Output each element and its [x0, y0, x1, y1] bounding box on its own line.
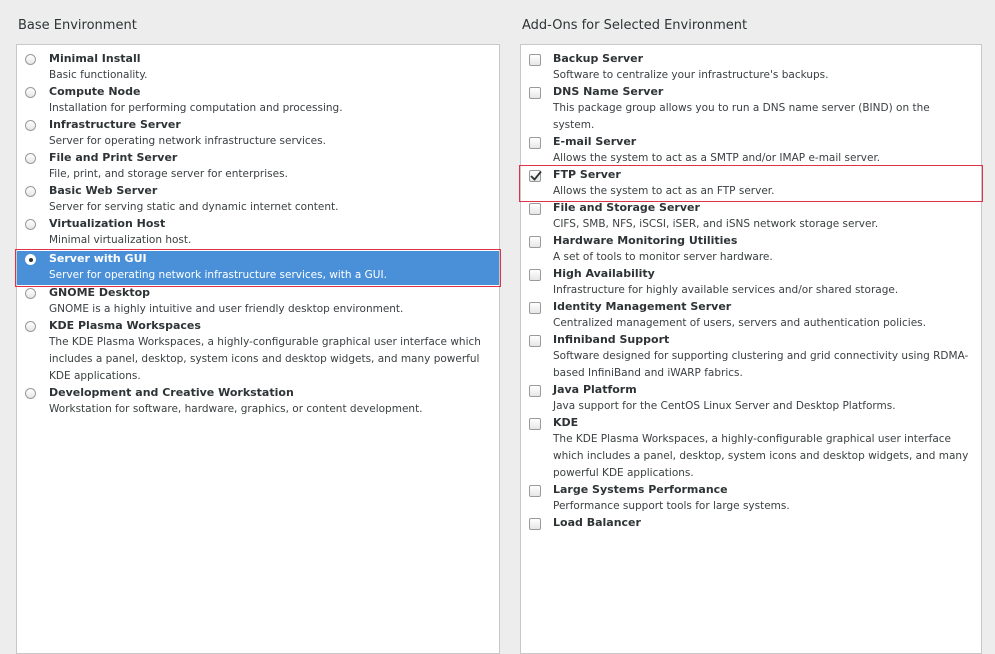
option-title: Load Balancer [553, 516, 641, 529]
checkbox[interactable] [529, 87, 541, 99]
checkbox[interactable] [529, 137, 541, 149]
addon-option-e-mail-server[interactable]: E-mail Server Allows the system to act as… [521, 134, 981, 167]
environment-option-gnome-desktop[interactable]: GNOME Desktop GNOME is a highly intuitive… [17, 285, 499, 318]
option-description: Server for operating network infrastruct… [49, 269, 387, 281]
radio-button[interactable] [25, 219, 36, 230]
option-description: Server for operating network infrastruct… [49, 135, 326, 147]
radio-button[interactable] [25, 54, 36, 65]
radio-button[interactable] [25, 120, 36, 131]
checkbox[interactable] [529, 236, 541, 248]
checkmark-icon [530, 170, 542, 181]
option-description: Infrastructure for highly available serv… [553, 284, 899, 296]
addon-option-infiniband-support[interactable]: Infiniband Support Software designed for … [521, 332, 981, 382]
option-description: The KDE Plasma Workspaces, a highly-conf… [553, 433, 969, 479]
checkbox[interactable] [529, 302, 541, 314]
radio-button[interactable] [25, 321, 36, 332]
radio-button[interactable] [25, 153, 36, 164]
addon-option-identity-management-server[interactable]: Identity Management Server Centralized ma… [521, 299, 981, 332]
option-description: Minimal virtualization host. [49, 234, 192, 246]
option-title: FTP Server [553, 168, 621, 181]
environment-option-basic-web-server[interactable]: Basic Web Server Server for serving stati… [17, 183, 499, 216]
radio-button[interactable] [25, 288, 36, 299]
option-title: Infiniband Support [553, 333, 670, 346]
option-description: Allows the system to act as an FTP serve… [553, 185, 775, 197]
option-title: KDE [553, 416, 579, 429]
addon-option-hardware-monitoring-utilities[interactable]: Hardware Monitoring Utilities A set of to… [521, 233, 981, 266]
option-title: GNOME Desktop [49, 286, 151, 299]
environment-option-server-with-gui[interactable]: Server with GUI Server for operating netw… [17, 251, 499, 285]
addon-option-file-and-storage-server[interactable]: File and Storage Server CIFS, SMB, NFS, i… [521, 200, 981, 233]
addon-option-backup-server[interactable]: Backup Server Software to centralize your… [521, 51, 981, 84]
base-environment-heading: Base Environment [18, 18, 137, 33]
option-description: This package group allows you to run a D… [553, 102, 930, 131]
addon-option-load-balancer[interactable]: Load Balancer [521, 515, 981, 531]
addon-option-high-availability[interactable]: High Availability Infrastructure for high… [521, 266, 981, 299]
option-description: The KDE Plasma Workspaces, a highly-conf… [49, 336, 481, 382]
option-title: Large Systems Performance [553, 483, 728, 496]
option-title: Minimal Install [49, 52, 141, 65]
option-description: Performance support tools for large syst… [553, 500, 790, 512]
option-title: Hardware Monitoring Utilities [553, 234, 738, 247]
option-title: File and Storage Server [553, 201, 700, 214]
checkbox[interactable] [529, 335, 541, 347]
radio-button[interactable] [25, 186, 36, 197]
base-environment-list[interactable]: Minimal Install Basic functionality. Compu… [16, 44, 500, 654]
option-description: Server for serving static and dynamic in… [49, 201, 339, 213]
option-title: DNS Name Server [553, 85, 664, 98]
addon-option-ftp-server[interactable]: FTP Server Allows the system to act as an… [521, 167, 981, 200]
radio-button[interactable] [25, 254, 36, 265]
radio-button[interactable] [25, 388, 36, 399]
addons-heading: Add-Ons for Selected Environment [522, 18, 748, 33]
addon-option-large-systems-performance[interactable]: Large Systems Performance Performance sup… [521, 482, 981, 515]
option-description: Allows the system to act as a SMTP and/o… [553, 152, 881, 164]
checkbox[interactable] [529, 269, 541, 281]
option-title: Virtualization Host [49, 217, 166, 230]
checkbox[interactable] [529, 54, 541, 66]
addon-option-kde[interactable]: KDE The KDE Plasma Workspaces, a highly-c… [521, 415, 981, 482]
option-title: E-mail Server [553, 135, 637, 148]
addon-option-java-platform[interactable]: Java Platform Java support for the CentOS… [521, 382, 981, 415]
radio-button[interactable] [25, 87, 36, 98]
option-description: Basic functionality. [49, 69, 148, 81]
environment-option-virtualization-host[interactable]: Virtualization Host Minimal virtualizatio… [17, 216, 499, 249]
addons-list[interactable]: Backup Server Software to centralize your… [520, 44, 982, 654]
option-description: Centralized management of users, servers… [553, 317, 926, 329]
environment-option-kde-plasma-workspaces[interactable]: KDE Plasma Workspaces The KDE Plasma Work… [17, 318, 499, 385]
checkbox[interactable] [529, 485, 541, 497]
option-description: Installation for performing computation … [49, 102, 343, 114]
option-description: CIFS, SMB, NFS, iSCSI, iSER, and iSNS ne… [553, 218, 879, 230]
option-title: Infrastructure Server [49, 118, 181, 131]
option-description: Java support for the CentOS Linux Server… [553, 400, 896, 412]
checkbox[interactable] [529, 203, 541, 215]
checkbox[interactable] [529, 385, 541, 397]
checkbox[interactable] [529, 418, 541, 430]
option-title: Compute Node [49, 85, 141, 98]
option-description: GNOME is a highly intuitive and user fri… [49, 303, 404, 315]
option-description: File, print, and storage server for ente… [49, 168, 288, 180]
option-title: Development and Creative Workstation [49, 386, 294, 399]
option-title: Java Platform [553, 383, 637, 396]
option-title: Identity Management Server [553, 300, 732, 313]
environment-option-development-and-creative-workstation[interactable]: Development and Creative Workstation Work… [17, 385, 499, 418]
option-title: High Availability [553, 267, 655, 280]
option-title: Backup Server [553, 52, 644, 65]
option-description: Workstation for software, hardware, grap… [49, 403, 423, 415]
option-title: File and Print Server [49, 151, 178, 164]
environment-option-infrastructure-server[interactable]: Infrastructure Server Server for operatin… [17, 117, 499, 150]
environment-option-compute-node[interactable]: Compute Node Installation for performing … [17, 84, 499, 117]
environment-option-minimal-install[interactable]: Minimal Install Basic functionality. [17, 51, 499, 84]
option-description: Software designed for supporting cluster… [553, 350, 969, 379]
checkbox[interactable] [529, 518, 541, 530]
option-description: Software to centralize your infrastructu… [553, 69, 829, 81]
option-description: A set of tools to monitor server hardwar… [553, 251, 773, 263]
option-title: KDE Plasma Workspaces [49, 319, 201, 332]
addon-option-dns-name-server[interactable]: DNS Name Server This package group allows… [521, 84, 981, 134]
checkbox[interactable] [529, 170, 542, 182]
option-title: Server with GUI [49, 252, 147, 265]
option-title: Basic Web Server [49, 184, 158, 197]
environment-option-file-and-print-server[interactable]: File and Print Server File, print, and st… [17, 150, 499, 183]
